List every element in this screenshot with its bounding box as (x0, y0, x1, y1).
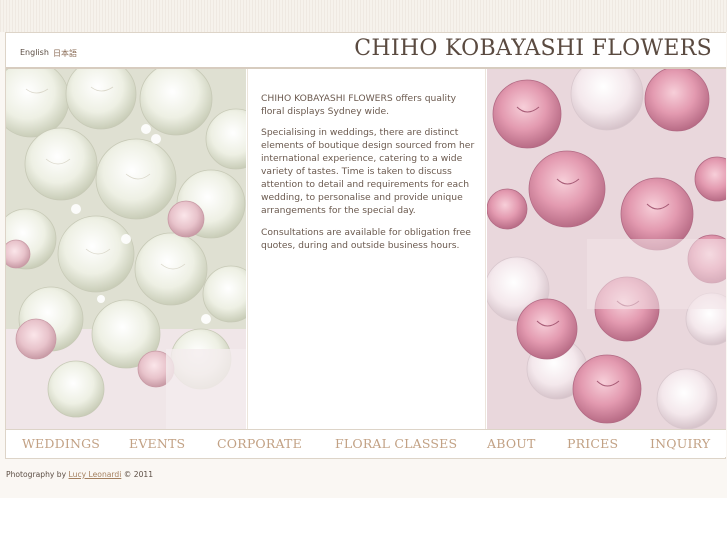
language-english-link[interactable]: English (20, 48, 49, 57)
photographer-link[interactable]: Lucy Leonardi (69, 470, 122, 479)
nav-events[interactable]: EVENTS (129, 436, 185, 451)
intro-paragraph: CHIHO KOBAYASHI FLOWERS offers quality f… (261, 93, 457, 117)
nav-about[interactable]: ABOUT (487, 436, 536, 451)
page-bottom (0, 498, 727, 545)
nav-floral-classes[interactable]: FLORAL CLASSES (335, 436, 457, 451)
language-japanese-link[interactable]: 日本語 (53, 48, 77, 59)
footer-prefix: Photography by (6, 470, 67, 479)
weddings-paragraph: Specialising in weddings, there are dist… (261, 127, 475, 216)
intro-content: CHIHO KOBAYASHI FLOWERS offers quality f… (247, 69, 486, 429)
nav-corporate[interactable]: CORPORATE (217, 436, 302, 451)
footer-copyright: © 2011 (123, 470, 154, 479)
footer-credit: Photography by Lucy Leonardi © 2011 (6, 470, 153, 479)
site-title: CHIHO KOBAYASHI FLOWERS (354, 36, 712, 61)
texture-band (0, 0, 727, 32)
header: English 日本語 CHIHO KOBAYASHI FLOWERS (6, 33, 726, 67)
nav-prices[interactable]: PRICES (567, 436, 618, 451)
white-roses-photo (6, 69, 246, 429)
pink-roses-photo (487, 69, 726, 429)
nav-weddings[interactable]: WEDDINGS (22, 436, 100, 451)
main-navigation: WEDDINGS EVENTS CORPORATE FLORAL CLASSES… (6, 429, 726, 457)
nav-inquiry[interactable]: INQUIRY (650, 436, 710, 451)
consultation-paragraph: Consultations are available for obligati… (261, 227, 471, 251)
